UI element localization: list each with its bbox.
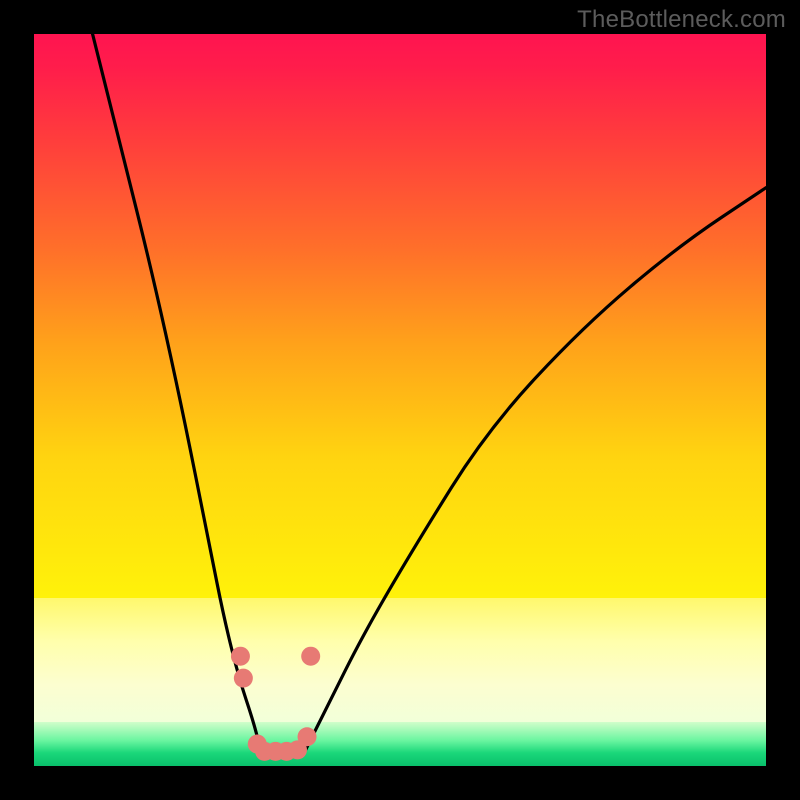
valley-dot: [301, 647, 320, 666]
chart-frame: TheBottleneck.com: [0, 0, 800, 800]
plot-area: [34, 34, 766, 766]
valley-dot: [298, 727, 317, 746]
watermark: TheBottleneck.com: [577, 6, 786, 34]
curve-left-branch: [93, 34, 261, 751]
valley-dots: [231, 647, 320, 761]
chart-svg: [34, 34, 766, 766]
valley-dot: [231, 647, 250, 666]
curve-right-branch: [305, 188, 766, 752]
valley-dot: [234, 669, 253, 688]
curve-lines: [93, 34, 766, 751]
